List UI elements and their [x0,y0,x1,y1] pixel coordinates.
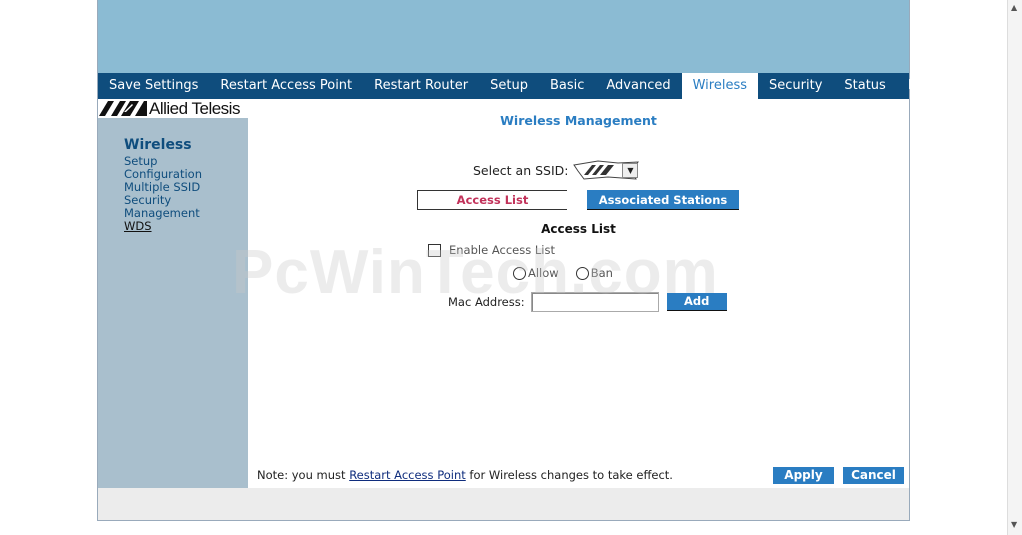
nav-save-settings[interactable]: Save Settings [98,73,209,99]
tab-bar: Access List Associated Stations [417,190,739,210]
ssid-select[interactable]: ▼ [572,159,640,181]
nav-basic[interactable]: Basic [539,73,595,99]
scroll-up-icon[interactable]: ▲ [1011,3,1017,12]
allow-radio[interactable] [513,266,526,280]
enable-access-list-row: Enable Access List [428,243,555,257]
enable-access-list-label: Enable Access List [449,243,555,257]
mac-address-row: Mac Address: Add [448,292,727,312]
sidebar: Wireless Setup Configuration Multiple SS… [98,118,248,488]
router-page: Save Settings Restart Access Point Resta… [97,0,937,521]
logo-text: Allied Telesis [149,98,240,118]
nav-wireless[interactable]: Wireless [681,73,758,99]
mac-address-label: Mac Address: [448,295,525,309]
section-title: Access List [541,222,616,236]
apply-button[interactable]: Apply [773,467,834,484]
sidebar-links: Setup Configuration Multiple SSID Securi… [124,155,202,233]
add-button[interactable]: Add [666,293,727,311]
restart-note: Note: you must Restart Access Point for … [257,468,673,482]
top-nav: Save Settings Restart Access Point Resta… [98,73,937,99]
ssid-label: Select an SSID: [473,162,569,178]
tab-associated-stations[interactable]: Associated Stations [587,190,739,210]
mac-address-input[interactable] [530,292,659,312]
sidebar-title: Wireless [124,137,192,153]
allied-telesis-logo-icon [99,101,147,116]
nav-security[interactable]: Security [758,73,833,99]
note-prefix: Note: you must [257,468,350,482]
nav-advanced[interactable]: Advanced [595,73,681,99]
allow-label: Allow [528,266,559,280]
nav-help[interactable]: Help [897,73,949,99]
ssid-row: Select an SSID: ▼ [473,159,640,181]
sidebar-item-wds[interactable]: WDS [124,220,202,233]
policy-radio-group: Allow Ban [513,266,630,280]
tab-access-list[interactable]: Access List [417,190,567,210]
enable-access-list-checkbox[interactable] [428,243,441,257]
page-title: Wireless Management [500,113,657,128]
chevron-down-icon[interactable]: ▼ [622,163,639,178]
nav-restart-access-point[interactable]: Restart Access Point [209,73,363,99]
nav-setup[interactable]: Setup [479,73,539,99]
ban-label: Ban [590,266,613,280]
ban-radio[interactable] [575,266,589,280]
vertical-scrollbar[interactable]: ▲ ▼ [1007,0,1022,535]
restart-access-point-link[interactable]: Restart Access Point [349,468,466,482]
footer-bar [98,488,909,520]
nav-restart-router[interactable]: Restart Router [363,73,479,99]
header-banner [98,0,909,73]
scroll-down-icon[interactable]: ▼ [1011,520,1017,529]
note-suffix: for Wireless changes to take effect. [465,468,673,482]
main-content: Wireless Management Select an SSID: ▼ Ac… [248,99,909,488]
cancel-button[interactable]: Cancel [843,467,904,484]
brand-logo: Allied Telesis [98,99,248,118]
nav-status[interactable]: Status [833,73,896,99]
